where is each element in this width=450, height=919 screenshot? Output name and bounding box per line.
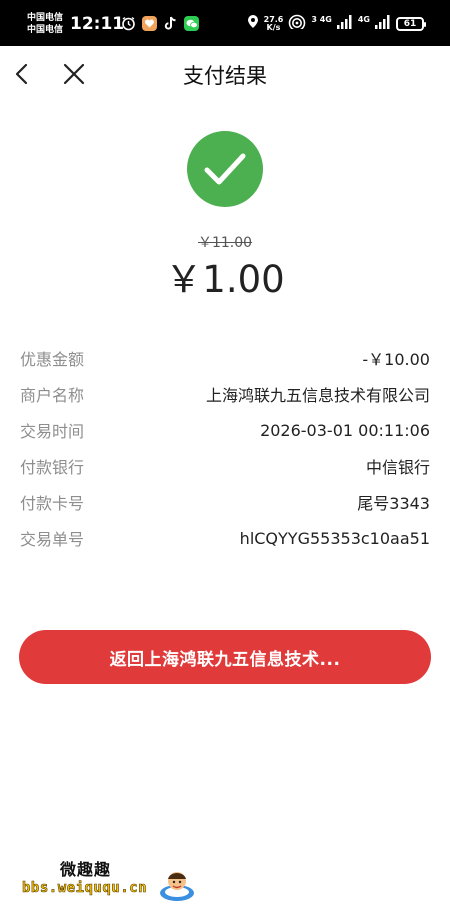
signal-1-icon bbox=[336, 14, 353, 33]
detail-row-bank: 付款银行 中信银行 bbox=[20, 448, 430, 484]
nav-bar: 支付结果 bbox=[0, 46, 450, 106]
watermark: 微趣趣 bbs.weiququ.cn bbox=[22, 852, 202, 907]
location-icon bbox=[247, 14, 259, 33]
status-bar: 中国电信 中国电信 12:11 27.6 K/s 3 4G 4G 61 bbox=[0, 0, 450, 46]
wifi-icon bbox=[288, 14, 306, 33]
detail-row-discount: 优惠金额 -￥10.00 bbox=[20, 340, 430, 376]
detail-label: 付款卡号 bbox=[20, 494, 85, 513]
page-title: 支付结果 bbox=[183, 64, 267, 88]
detail-value: 2026-03-01 00:11:06 bbox=[260, 420, 430, 440]
carrier-line-1: 中国电信 bbox=[27, 13, 64, 23]
paid-amount: ￥1.00 bbox=[165, 258, 285, 301]
return-to-merchant-button[interactable]: 返回上海鸿联九五信息技术... bbox=[19, 630, 431, 684]
detail-value: 上海鸿联九五信息技术有限公司 bbox=[205, 386, 430, 405]
wechat-icon bbox=[184, 16, 199, 31]
detail-label: 交易时间 bbox=[20, 422, 85, 441]
detail-value: -￥10.00 bbox=[362, 350, 430, 369]
detail-row-card: 付款卡号 尾号3343 bbox=[20, 484, 430, 520]
detail-value: 中信银行 bbox=[365, 458, 430, 477]
net-speed: 27.6 K/s bbox=[264, 15, 284, 32]
detail-value: hlCQYYG55353c10aa51 bbox=[239, 528, 430, 548]
battery-level: 61 bbox=[403, 18, 417, 29]
carrier-line-2: 中国电信 bbox=[27, 25, 64, 35]
detail-row-merchant: 商户名称 上海鸿联九五信息技术有限公司 bbox=[20, 376, 430, 412]
status-indicators: 27.6 K/s 3 4G 4G 61 bbox=[247, 14, 426, 33]
detail-label: 交易单号 bbox=[20, 530, 85, 549]
payment-result-screen: 中国电信 中国电信 12:11 27.6 K/s 3 4G 4G 61 支付结果… bbox=[0, 0, 450, 919]
detail-label: 优惠金额 bbox=[20, 350, 85, 369]
notification-icons bbox=[121, 16, 199, 31]
status-time: 12:11 bbox=[70, 14, 125, 34]
original-price: ￥11.00 bbox=[0, 234, 450, 252]
detail-row-order-id: 交易单号 hlCQYYG55353c10aa51 bbox=[20, 520, 430, 556]
check-icon bbox=[204, 153, 246, 185]
signal-1-label: 3 4G bbox=[311, 15, 332, 24]
alarm-icon bbox=[121, 16, 136, 31]
payment-details: 优惠金额 -￥10.00 商户名称 上海鸿联九五信息技术有限公司 交易时间 20… bbox=[20, 340, 430, 556]
carrier-info: 中国电信 中国电信 bbox=[27, 12, 63, 36]
detail-label: 商户名称 bbox=[20, 386, 85, 405]
success-status bbox=[187, 131, 263, 207]
net-speed-unit: K/s bbox=[266, 22, 281, 32]
watermark-url: bbs.weiququ.cn bbox=[22, 880, 148, 897]
tiktok-icon bbox=[163, 16, 178, 31]
detail-row-time: 交易时间 2026-03-01 00:11:06 bbox=[20, 412, 430, 448]
battery-indicator: 61 bbox=[396, 16, 426, 31]
app-icon bbox=[142, 16, 157, 31]
signal-2-label: 4G bbox=[357, 15, 370, 24]
signal-2-icon bbox=[375, 14, 391, 33]
watermark-title: 微趣趣 bbox=[60, 860, 112, 879]
detail-value: 尾号3343 bbox=[357, 494, 430, 513]
original-price-value: ￥11.00 bbox=[197, 235, 253, 251]
detail-label: 付款银行 bbox=[20, 458, 85, 477]
mascot-icon bbox=[160, 872, 194, 901]
